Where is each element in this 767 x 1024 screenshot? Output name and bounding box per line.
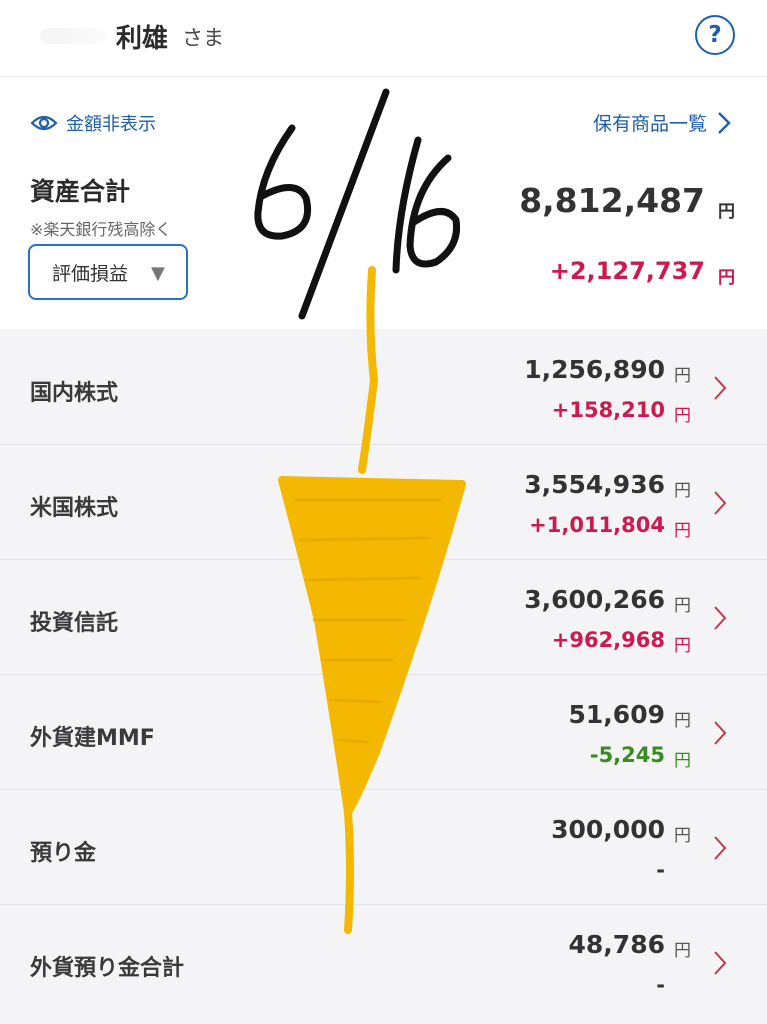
asset-value: 1,256,890: [524, 355, 665, 384]
holdings-link-label: 保有商品一覧: [592, 113, 707, 135]
asset-value-unit: 円: [674, 941, 691, 961]
chevron-right-icon: [714, 606, 727, 630]
asset-row[interactable]: 預り金 300,000 円 -: [0, 789, 767, 905]
asset-gain-unit: 円: [674, 406, 691, 426]
asset-gain: +1,011,804: [529, 513, 665, 537]
asset-gain-unit: 円: [674, 521, 691, 541]
total-assets-note: ※楽天銀行残高除く: [30, 220, 172, 239]
asset-value: 48,786: [568, 930, 665, 959]
asset-row[interactable]: 外貨建MMF 51,609 円 -5,245 円: [0, 674, 767, 790]
chevron-right-icon: [714, 721, 727, 745]
chevron-right-icon: [714, 376, 727, 400]
asset-value: 300,000: [551, 815, 665, 844]
chevron-right-icon: [714, 951, 727, 975]
asset-gain-unit: 円: [674, 636, 691, 656]
total-assets-unit: 円: [718, 202, 735, 222]
asset-label: 外貨建MMF: [30, 726, 155, 751]
asset-gain: -: [656, 973, 665, 997]
app-header: 利雄 さま ?: [0, 0, 767, 77]
asset-label: 預り金: [30, 841, 97, 866]
asset-category-list: 国内株式 1,256,890 円 +158,210 円 米国株式 3,554,9…: [0, 329, 767, 1024]
total-assets-value: 8,812,487: [519, 181, 705, 220]
asset-row[interactable]: 投資信託 3,600,266 円 +962,968 円: [0, 559, 767, 675]
user-honorific: さま: [182, 26, 224, 50]
dropdown-triangle-icon: ▼: [151, 263, 165, 284]
asset-value-unit: 円: [674, 481, 691, 501]
asset-row[interactable]: 米国株式 3,554,936 円 +1,011,804 円: [0, 444, 767, 560]
asset-row[interactable]: 国内株式 1,256,890 円 +158,210 円: [0, 329, 767, 445]
asset-value-unit: 円: [674, 366, 691, 386]
chevron-right-icon: [714, 491, 727, 515]
total-assets-title: 資産合計: [30, 177, 131, 206]
asset-summary: 金額非表示 保有商品一覧 資産合計 ※楽天銀行残高除く 8,812,487 円 …: [0, 77, 767, 329]
user-name: 利雄: [116, 24, 169, 54]
chevron-right-icon: [718, 111, 731, 134]
eye-icon: [30, 115, 58, 131]
asset-row[interactable]: 外貨預り金合計 48,786 円 -: [0, 904, 767, 1019]
asset-value: 3,600,266: [524, 585, 665, 614]
hide-amount-toggle[interactable]: 金額非表示: [30, 110, 156, 136]
asset-label: 外貨預り金合計: [30, 956, 185, 981]
masked-surname: [40, 28, 106, 44]
asset-gain-unit: 円: [674, 751, 691, 771]
asset-gain: -5,245: [589, 743, 665, 767]
asset-value-unit: 円: [674, 711, 691, 731]
question-circle-icon[interactable]: ?: [695, 15, 735, 55]
asset-label: 投資信託: [30, 611, 119, 636]
asset-value: 3,554,936: [524, 470, 665, 499]
valuation-mode-value: 評価損益: [52, 262, 129, 285]
asset-label: 米国株式: [30, 496, 119, 521]
asset-label: 国内株式: [30, 381, 119, 406]
valuation-mode-select[interactable]: 評価損益 ▼: [28, 244, 188, 300]
total-gain-unit: 円: [718, 268, 735, 288]
holdings-list-link[interactable]: 保有商品一覧: [593, 109, 731, 136]
asset-value-unit: 円: [674, 596, 691, 616]
hide-amount-label: 金額非表示: [66, 114, 156, 135]
asset-gain: -: [656, 858, 665, 882]
total-gain-value: +2,127,737: [549, 257, 705, 285]
asset-value-unit: 円: [674, 826, 691, 846]
asset-gain: +962,968: [551, 628, 665, 652]
chevron-right-icon: [714, 836, 727, 860]
asset-gain: +158,210: [551, 398, 665, 422]
asset-value: 51,609: [568, 700, 665, 729]
